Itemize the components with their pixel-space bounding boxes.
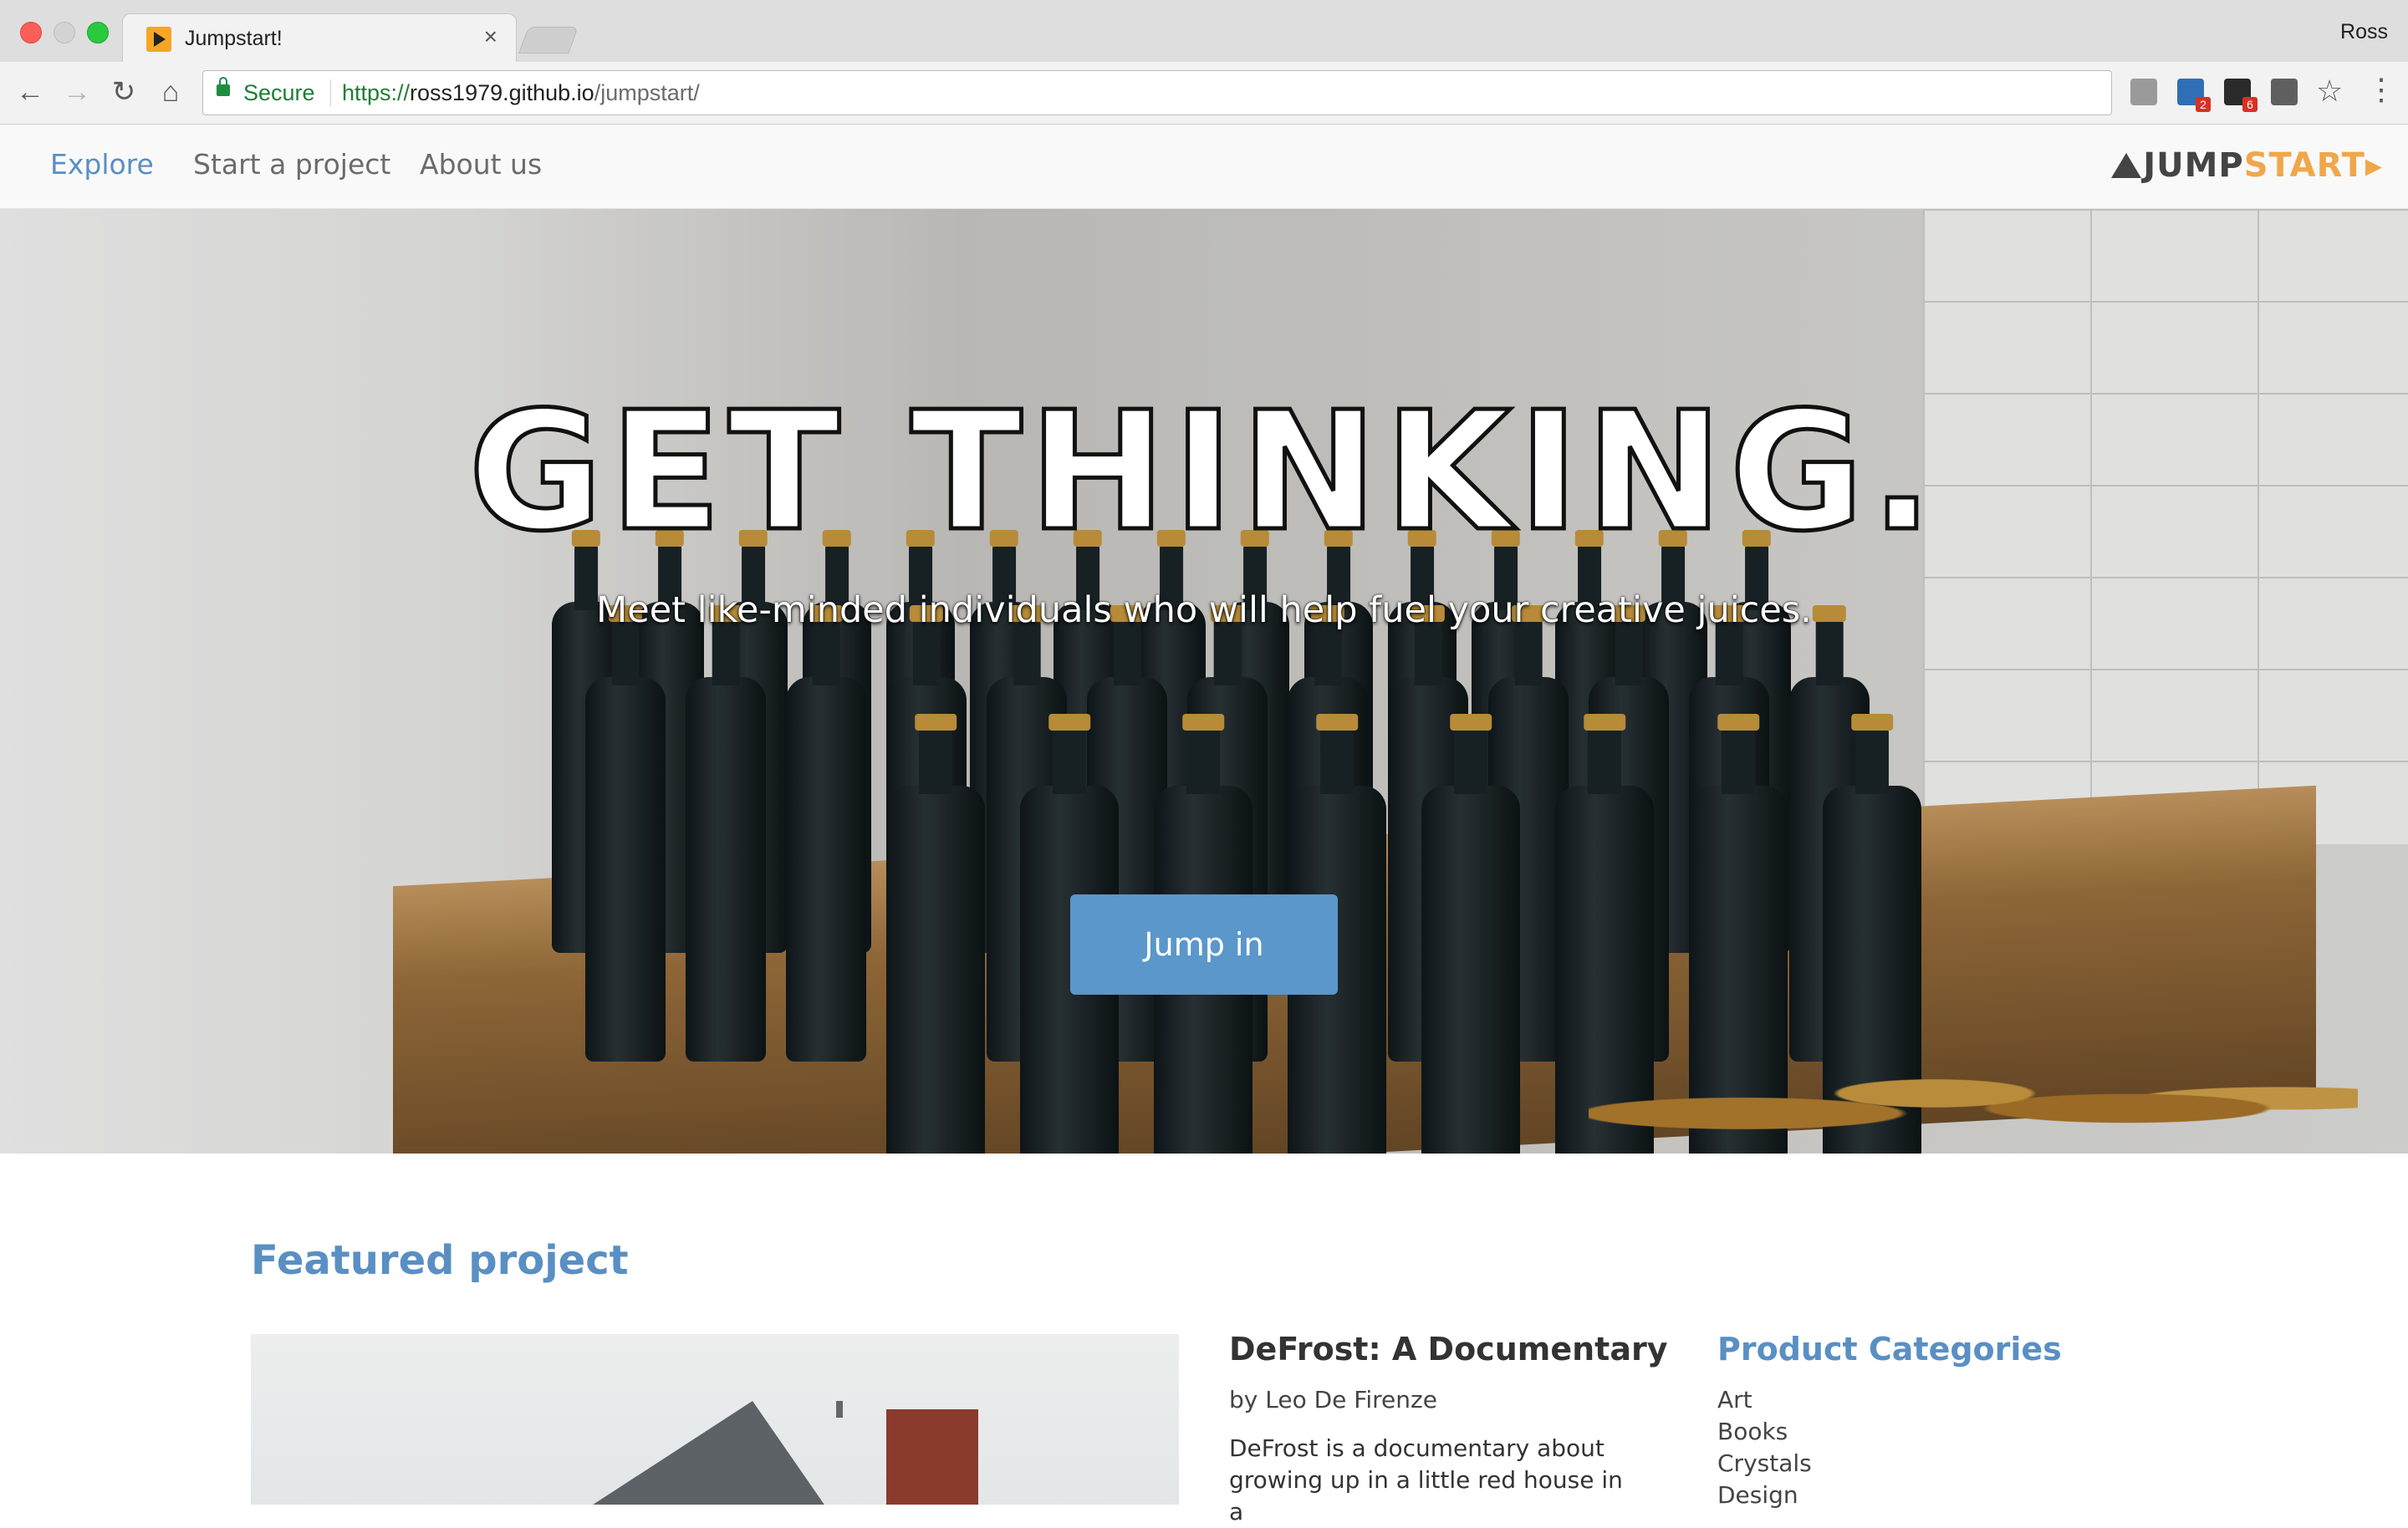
bookmark-star-icon[interactable]: ☆ [2316, 74, 2343, 109]
hero-overlay [0, 209, 2408, 1154]
url-text[interactable]: https://ross1979.github.io/jumpstart/ [342, 80, 700, 106]
minimize-window-button[interactable] [54, 22, 75, 43]
featured-project-description: DeFrost is a documentary about growing u… [1229, 1434, 1623, 1525]
category-item[interactable]: Art [1717, 1384, 1812, 1416]
nav-explore-link[interactable]: Explore [50, 148, 154, 181]
home-icon[interactable]: ⌂ [154, 75, 187, 109]
url-path: /jumpstart/ [594, 80, 700, 105]
hero-title: GET THINKING. [467, 377, 1940, 568]
category-item[interactable]: Crystals [1717, 1448, 1812, 1480]
product-categories-title: Product Categories [1717, 1331, 2062, 1368]
new-tab-button[interactable] [518, 27, 579, 53]
reload-icon[interactable]: ↻ [107, 75, 140, 109]
featured-project-author: by Leo De Firenze [1229, 1386, 1437, 1413]
url-scheme: https:// [342, 80, 411, 105]
favicon-icon [146, 27, 171, 52]
browser-tab[interactable]: Jumpstart! × [122, 13, 517, 63]
hero-banner: GET THINKING. Meet like-minded individua… [0, 209, 2408, 1154]
hero-subtitle: Meet like-minded individuals who will he… [596, 589, 1812, 631]
forward-arrow-icon[interactable]: → [60, 75, 94, 109]
category-item[interactable]: Books [1717, 1416, 1812, 1448]
logo-jump-text: JUMP [2143, 146, 2244, 185]
profile-name[interactable]: Ross [2340, 20, 2388, 44]
house-wall [886, 1409, 978, 1505]
url-host: ross1979.github.io [410, 80, 594, 105]
extension-shield-icon[interactable] [2271, 79, 2298, 105]
featured-section-title: Featured project [251, 1237, 629, 1284]
nav-start-project-link[interactable]: Start a project [193, 148, 390, 181]
browser-titlebar: Jumpstart! × Ross [0, 0, 2408, 63]
close-window-button[interactable] [20, 22, 42, 43]
lock-icon [217, 77, 230, 96]
site-navbar: Explore Start a project About us JUMPSTA… [0, 125, 2408, 209]
tab-close-icon[interactable]: × [484, 23, 497, 50]
tab-title: Jumpstart! [185, 27, 283, 50]
logo-start-text: START [2243, 146, 2365, 185]
extension-grey-icon[interactable] [2130, 79, 2157, 105]
nav-about-link[interactable]: About us [420, 148, 542, 181]
logo-arrow-icon: ▸ [2365, 146, 2383, 185]
product-categories-list: Art Books Crystals Design [1717, 1384, 1812, 1511]
logo-triangle-icon [2111, 153, 2142, 178]
house-roof [585, 1401, 828, 1505]
browser-menu-icon[interactable]: ⋮ [2366, 72, 2396, 107]
secure-label: Secure [243, 80, 315, 105]
address-separator [330, 79, 331, 106]
jumpstart-logo[interactable]: JUMPSTART▸ [2111, 146, 2383, 188]
featured-project-title[interactable]: DeFrost: A Documentary [1229, 1331, 1668, 1368]
browser-toolbar: ← → ↻ ⌂ Secure https://ross1979.github.i… [0, 62, 2408, 125]
maximize-window-button[interactable] [87, 22, 109, 43]
extension-badge: 2 [2196, 97, 2211, 112]
extension-dark-icon[interactable]: 6 [2224, 79, 2258, 112]
house-chimney [836, 1401, 843, 1418]
featured-project-image[interactable] [251, 1334, 1179, 1505]
jump-in-button[interactable]: Jump in [1070, 894, 1338, 995]
address-bar[interactable]: Secure https://ross1979.github.io/jumpst… [202, 70, 2112, 115]
back-arrow-icon[interactable]: ← [13, 75, 47, 109]
category-item[interactable]: Design [1717, 1480, 1812, 1511]
extension-linkedin-icon[interactable]: 2 [2177, 79, 2211, 112]
extension-badge: 6 [2242, 97, 2258, 112]
